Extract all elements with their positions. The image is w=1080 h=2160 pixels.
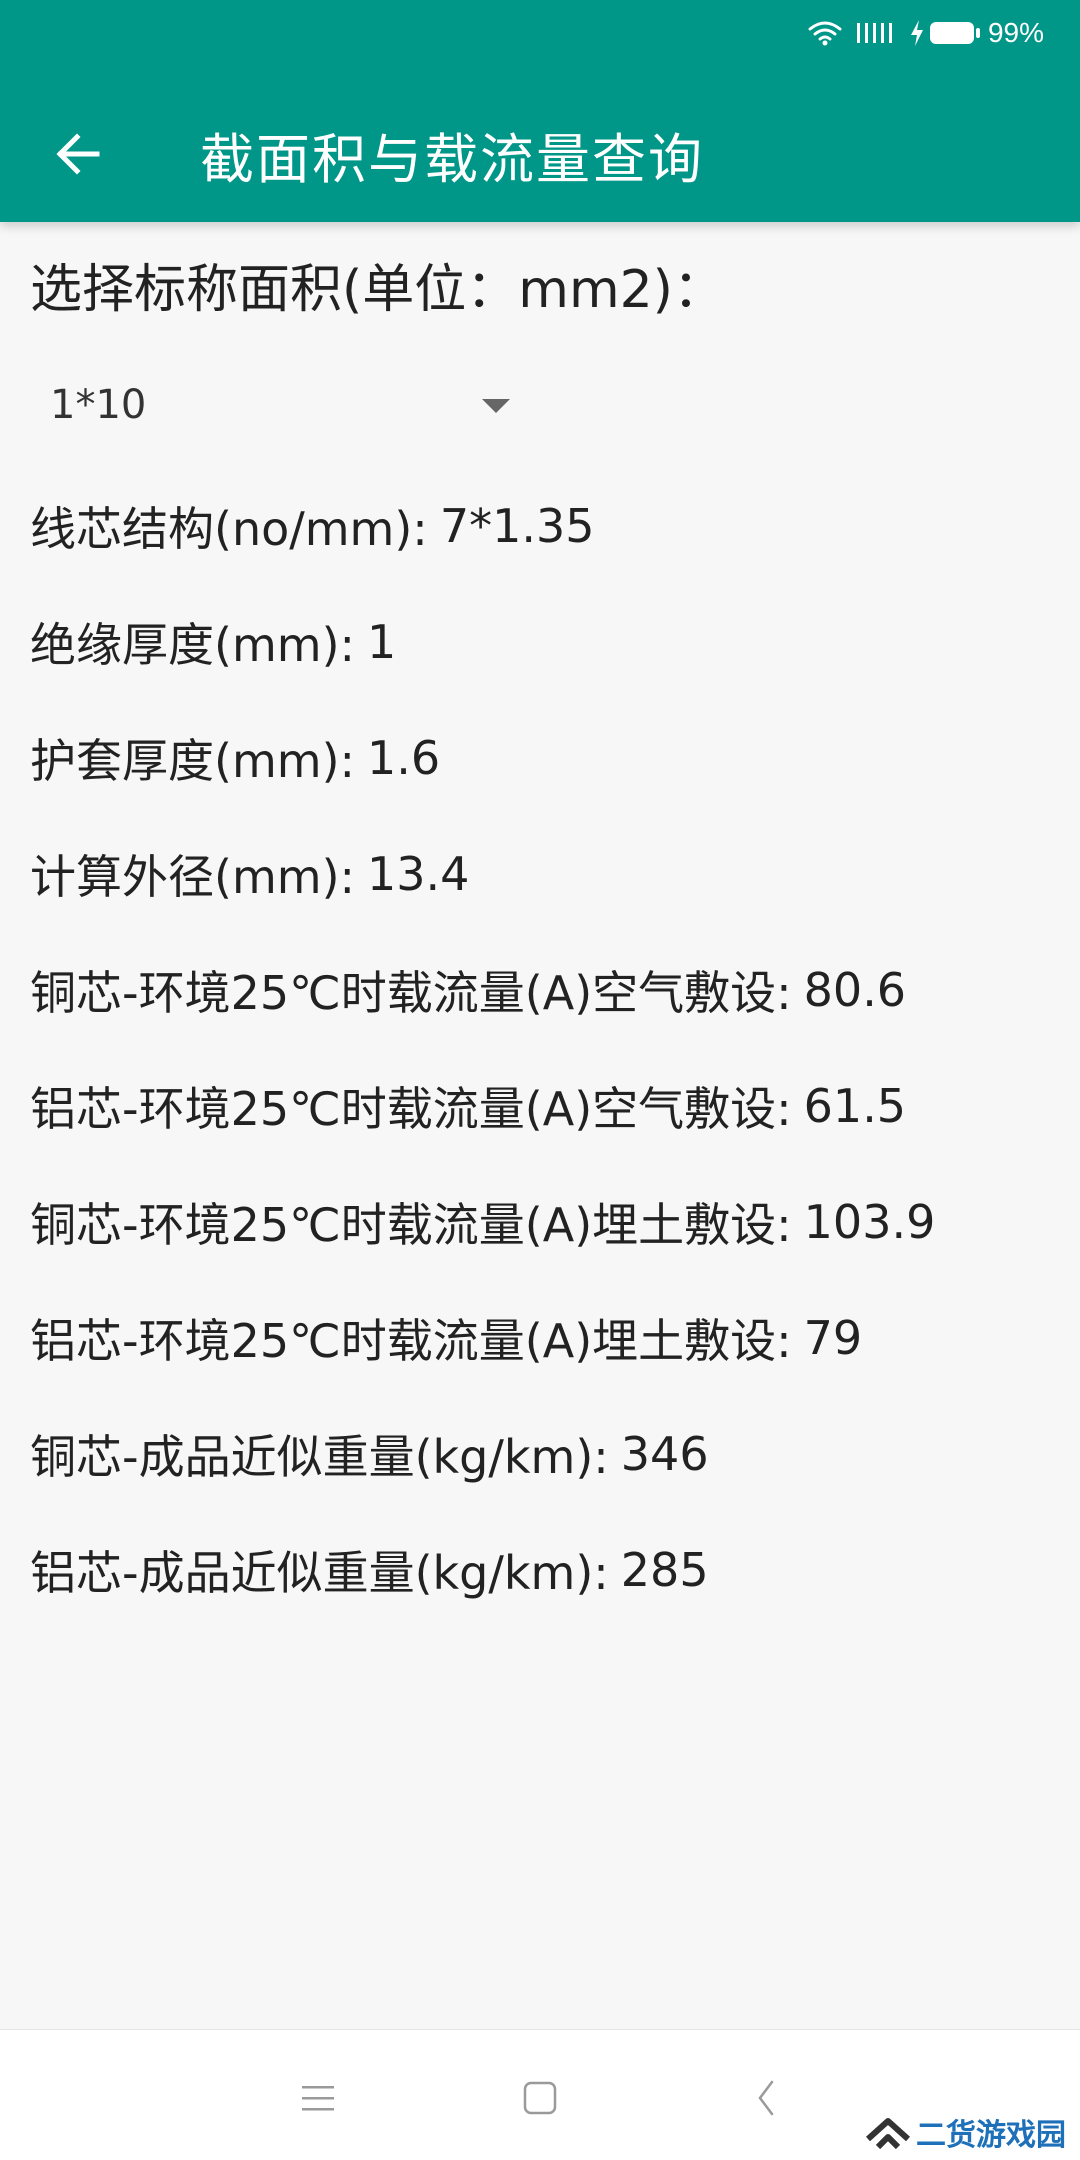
battery-indicator: 99%: [910, 17, 1044, 49]
battery-icon: [929, 22, 980, 44]
spec-row-copper-buried-ampacity: 铜芯-环境25℃时载流量(A)埋土敷设: 103.9: [30, 1164, 1050, 1280]
area-spinner[interactable]: 1*10: [30, 350, 510, 460]
spec-row-outer-diameter: 计算外径(mm): 13.4: [30, 816, 1050, 932]
spec-value: 1.6: [367, 731, 441, 785]
main-content: 选择标称面积(单位：mm2)： 1*10 线芯结构(no/mm): 7*1.35…: [30, 240, 1050, 1628]
spinner-selected-value: 1*10: [50, 382, 147, 428]
spec-label: 铝芯-环境25℃时载流量(A)埋土敷设:: [30, 1314, 792, 1368]
nav-menu-button[interactable]: [278, 2058, 358, 2138]
charging-bolt-icon: [910, 20, 924, 46]
area-select-label: 选择标称面积(单位：mm2)：: [30, 260, 725, 320]
spec-row-aluminum-buried-ampacity: 铝芯-环境25℃时载流量(A)埋土敷设: 79: [30, 1280, 1050, 1396]
nav-back-button[interactable]: [727, 2058, 807, 2138]
spec-value: 1: [367, 615, 397, 669]
caret-down-icon: [482, 399, 510, 413]
spec-row-copper-air-ampacity: 铜芯-环境25℃时载流量(A)空气敷设: 80.6: [30, 932, 1050, 1048]
spec-label: 铜芯-成品近似重量(kg/km):: [30, 1430, 609, 1484]
spec-value: 13.4: [367, 847, 470, 901]
spec-row-core-structure: 线芯结构(no/mm): 7*1.35: [30, 468, 1050, 584]
spec-row-sheath-thickness: 护套厚度(mm): 1.6: [30, 700, 1050, 816]
spec-row-insulation-thickness: 绝缘厚度(mm): 1: [30, 584, 1050, 700]
spec-label: 铝芯-环境25℃时载流量(A)空气敷设:: [30, 1082, 792, 1136]
watermark-logo-icon: [866, 2118, 910, 2149]
menu-icon: [302, 2086, 334, 2111]
chevron-left-icon: [758, 2080, 774, 2116]
spec-list: 线芯结构(no/mm): 7*1.35 绝缘厚度(mm): 1 护套厚度(mm)…: [30, 468, 1050, 1628]
screen: 99% 截面积与载流量查询 选择标称面积(单位：mm2)： 1*10 线芯结构(…: [0, 0, 1080, 2160]
spec-label: 铝芯-成品近似重量(kg/km):: [30, 1546, 609, 1600]
spec-value: 80.6: [803, 963, 907, 1017]
wifi-icon: [808, 20, 842, 46]
status-bar: 99%: [808, 12, 1044, 54]
signal-icon: [856, 21, 896, 45]
watermark-text: 二货游戏园: [916, 2119, 1066, 2152]
spec-row-copper-weight: 铜芯-成品近似重量(kg/km): 346: [30, 1396, 1050, 1512]
nav-home-button[interactable]: [500, 2058, 580, 2138]
spec-row-aluminum-air-ampacity: 铝芯-环境25℃时载流量(A)空气敷设: 61.5: [30, 1048, 1050, 1164]
spec-value: 346: [620, 1427, 709, 1481]
spec-label: 铜芯-环境25℃时载流量(A)空气敷设:: [30, 966, 792, 1020]
top-app-bar: 99% 截面积与载流量查询: [0, 0, 1080, 222]
spec-value: 285: [620, 1543, 709, 1597]
spec-row-aluminum-weight: 铝芯-成品近似重量(kg/km): 285: [30, 1512, 1050, 1628]
spec-label: 铜芯-环境25℃时载流量(A)埋土敷设:: [30, 1198, 792, 1252]
spec-label: 计算外径(mm):: [30, 850, 356, 904]
spec-label: 线芯结构(no/mm):: [30, 502, 428, 556]
spec-value: 103.9: [803, 1195, 936, 1249]
app-bar: 截面积与载流量查询: [0, 86, 1080, 222]
home-square-icon: [523, 2081, 557, 2115]
back-button[interactable]: [38, 114, 118, 194]
spec-value: 79: [803, 1311, 863, 1365]
spec-value: 61.5: [803, 1079, 907, 1133]
page-title: 截面积与载流量查询: [200, 127, 704, 191]
arrow-left-icon: [56, 133, 100, 175]
watermark: 二货游戏园: [866, 2110, 1066, 2154]
spec-label: 护套厚度(mm):: [30, 734, 356, 788]
spec-label: 绝缘厚度(mm):: [30, 618, 356, 672]
battery-percent: 99%: [987, 17, 1044, 48]
spec-value: 7*1.35: [439, 499, 595, 553]
system-nav-bar: 二货游戏园: [0, 2029, 1080, 2160]
